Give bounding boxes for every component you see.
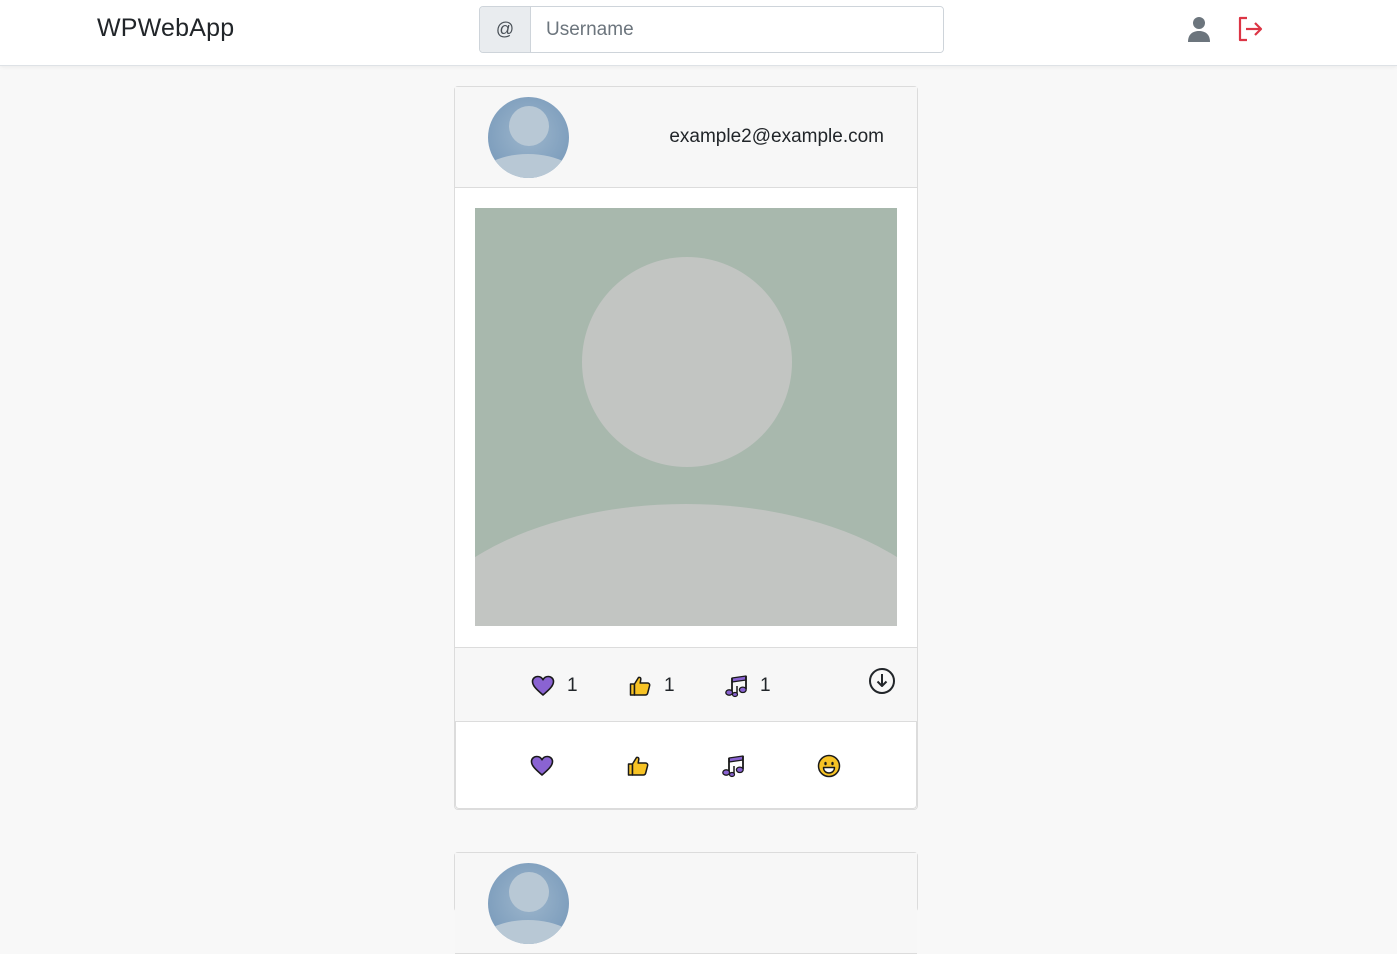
logout-button[interactable] (1236, 15, 1263, 43)
download-button[interactable] (868, 667, 896, 695)
grinning-face-icon (817, 754, 841, 778)
purple-heart-icon (530, 755, 554, 776)
avatar[interactable] (488, 863, 569, 944)
profile-button[interactable] (1186, 15, 1212, 43)
reaction-picker (455, 721, 917, 809)
reaction-counts-bar: 1 1 1 (455, 647, 917, 722)
default-avatar-icon (488, 863, 569, 944)
react-music-button[interactable] (721, 754, 747, 780)
logout-icon (1238, 16, 1263, 42)
music-count-value: 1 (760, 675, 771, 696)
heart-count[interactable]: 1 (531, 674, 578, 698)
heart-count-value: 1 (567, 675, 578, 696)
thumbs-up-icon (629, 676, 651, 696)
thumbs-up-count-value: 1 (664, 675, 675, 696)
avatar[interactable] (488, 97, 569, 178)
brand-link[interactable]: WPWebApp (97, 14, 234, 43)
default-avatar-icon (488, 97, 569, 178)
musical-notes-icon (722, 755, 744, 778)
top-navbar: WPWebApp @ (0, 0, 1397, 66)
react-heart-button[interactable] (530, 754, 556, 780)
thumbs-up-icon (627, 756, 649, 776)
download-circle-icon (869, 668, 895, 694)
author-email[interactable]: example2@example.com (669, 126, 884, 148)
thumbs-up-count[interactable]: 1 (628, 674, 675, 698)
post-card: example2@example.com 1 1 1 (454, 86, 918, 810)
react-thumbs-up-button[interactable] (626, 754, 652, 780)
post-header: example2@example.com (455, 87, 917, 188)
music-count[interactable]: 1 (724, 674, 771, 698)
username-search-input[interactable] (531, 7, 943, 52)
placeholder-person-image (475, 208, 897, 626)
post-image[interactable] (475, 208, 897, 626)
user-icon (1188, 17, 1210, 42)
post-header (455, 853, 917, 954)
musical-notes-icon (725, 675, 747, 698)
username-search-group: @ (479, 6, 944, 53)
purple-heart-icon (531, 675, 555, 696)
at-prefix: @ (480, 7, 531, 52)
post-card (454, 852, 918, 954)
react-grinning-button[interactable] (817, 754, 843, 780)
